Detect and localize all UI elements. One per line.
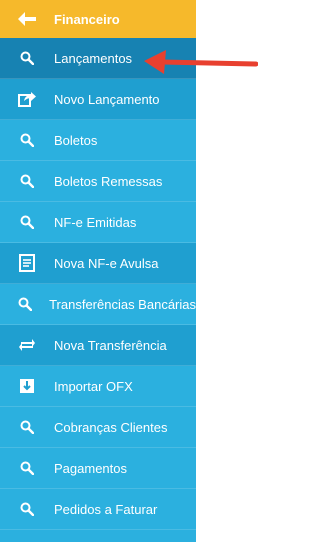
menu-item-nova-nfe-avulsa[interactable]: Nova NF-e Avulsa [0, 243, 196, 284]
menu-item-boletos-remessas[interactable]: Boletos Remessas [0, 161, 196, 202]
search-icon [0, 420, 54, 434]
menu-item-label: Transferências Bancárias [49, 296, 196, 312]
document-icon [0, 254, 54, 272]
menu-item-label: Nova NF-e Avulsa [54, 255, 159, 271]
transfer-icon [0, 338, 54, 352]
search-icon [0, 133, 54, 147]
menu-item-label: Boletos Remessas [54, 173, 163, 189]
menu-item-transferencias-bancarias[interactable]: Transferências Bancárias [0, 284, 196, 325]
header-label: Financeiro [54, 11, 120, 27]
menu-item-novo-lancamento[interactable]: Novo Lançamento [0, 79, 196, 120]
menu-item-importar-ofx[interactable]: Importar OFX [0, 366, 196, 407]
search-icon [0, 297, 49, 311]
menu-item-label: Pedidos a Faturar [54, 501, 158, 517]
menu-item-label: Lançamentos [54, 50, 133, 66]
menu-item-nfe-emitidas[interactable]: NF-e Emitidas [0, 202, 196, 243]
back-arrow-icon [0, 12, 54, 26]
menu-item-pagamentos[interactable]: Pagamentos [0, 448, 196, 489]
menu-item-label: Nova Transferência [54, 337, 167, 353]
search-icon [0, 174, 54, 188]
search-icon [0, 215, 54, 229]
search-icon [0, 51, 54, 65]
menu-item-label: Pagamentos [54, 460, 127, 476]
menu-item-pedidos-a-faturar[interactable]: Pedidos a Faturar [0, 489, 196, 530]
menu-item-cobrancas-clientes[interactable]: Cobranças Clientes [0, 407, 196, 448]
search-icon [0, 461, 54, 475]
sidebar: Financeiro Lançamentos Novo Lançamento B… [0, 0, 196, 542]
menu-item-label: Novo Lançamento [54, 91, 160, 107]
share-icon [0, 91, 54, 107]
menu-list: Lançamentos Novo Lançamento Boletos Bole… [0, 38, 196, 530]
import-folder-icon [0, 378, 54, 394]
menu-item-label: Boletos [54, 132, 98, 148]
search-icon [0, 502, 54, 516]
annotation-arrow-icon [144, 50, 258, 74]
menu-item-label: Importar OFX [54, 378, 133, 394]
menu-item-label: Cobranças Clientes [54, 419, 168, 435]
menu-item-label: NF-e Emitidas [54, 214, 137, 230]
menu-item-nova-transferencia[interactable]: Nova Transferência [0, 325, 196, 366]
menu-item-boletos[interactable]: Boletos [0, 120, 196, 161]
financeiro-header[interactable]: Financeiro [0, 0, 196, 38]
